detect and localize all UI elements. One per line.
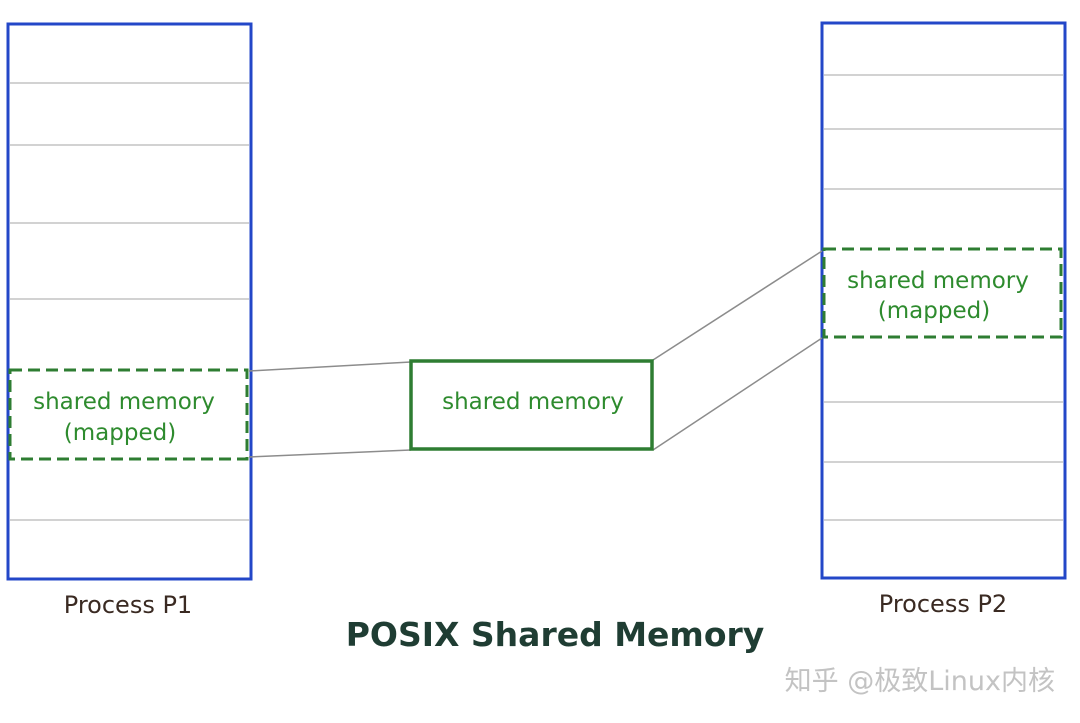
connector-p2-bottom	[652, 337, 823, 451]
diagram-title: POSIX Shared Memory	[346, 615, 765, 654]
p1-mapped-label-line1: shared memory	[33, 389, 215, 415]
p1-mapped-label-line2: (mapped)	[64, 420, 176, 446]
process-p2-box: shared memory (mapped)	[820, 21, 1067, 580]
process-p2-label: Process P2	[879, 590, 1007, 618]
connector-p1-bottom	[248, 449, 412, 458]
watermark-text: 知乎 @极致Linux内核	[785, 666, 1055, 697]
p2-mapped-label-line2: (mapped)	[878, 298, 990, 324]
process-p1-box: shared memory (mapped)	[6, 22, 253, 581]
connector-p2-top	[652, 250, 823, 361]
shared-memory-object-label: shared memory	[442, 389, 624, 415]
connector-p1-top	[248, 361, 412, 372]
p2-mapped-label-line1: shared memory	[847, 268, 1029, 294]
posix-shared-memory-diagram: shared memory (mapped) shared memory (ma…	[6, 21, 1067, 697]
process-p1-label: Process P1	[64, 591, 192, 619]
shared-memory-object: shared memory	[409, 359, 654, 451]
